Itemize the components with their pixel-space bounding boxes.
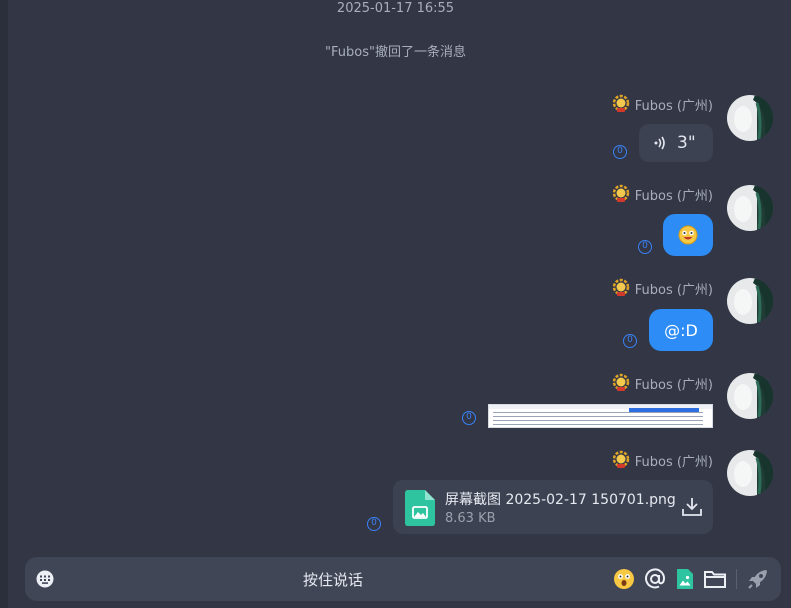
image-file-icon (405, 490, 435, 526)
laurel-badge-icon (612, 373, 629, 391)
sender-name: Fubos (广州) (611, 94, 713, 114)
read-count: 0 (367, 517, 381, 531)
sender-name: Fubos (广州) (611, 278, 713, 298)
emoji-icon[interactable] (612, 567, 636, 591)
avatar[interactable] (727, 450, 773, 496)
send-rocket-icon[interactable] (746, 567, 770, 591)
voice-duration: 3" (677, 133, 696, 153)
folder-icon[interactable] (703, 567, 727, 591)
avatar[interactable] (727, 373, 773, 419)
avatar-image (727, 95, 773, 141)
file-name: 屏幕截图 2025-02-17 150701.png (445, 492, 676, 508)
read-count: 0 (638, 240, 652, 254)
avatar[interactable] (727, 278, 773, 324)
recall-notice: "Fubos"撤回了一条消息 (325, 45, 466, 60)
laughing-emoji-icon (678, 225, 698, 245)
sender-label: Fubos (广州) (634, 454, 713, 470)
sender-name: Fubos (广州) (611, 184, 713, 204)
sender-label: Fubos (广州) (634, 282, 713, 298)
message-text: @:D (664, 320, 698, 340)
laurel-badge-icon (612, 184, 629, 202)
file-message-card[interactable]: 屏幕截图 2025-02-17 150701.png 8.63 KB (393, 480, 713, 534)
left-panel-edge (0, 0, 8, 608)
mention-icon[interactable] (643, 567, 667, 591)
sender-label: Fubos (广州) (634, 377, 713, 393)
avatar-image (727, 450, 773, 496)
avatar-image (727, 278, 773, 324)
image-message-thumbnail[interactable] (488, 404, 713, 428)
laurel-badge-icon (612, 94, 629, 112)
sender-name: Fubos (广州) (611, 373, 713, 393)
voice-wave-icon (654, 136, 665, 150)
laurel-badge-icon (612, 450, 629, 468)
emoji-message-bubble[interactable] (663, 214, 713, 256)
avatar-image (727, 373, 773, 419)
read-count: 0 (623, 334, 637, 348)
keyboard-icon[interactable] (36, 570, 54, 588)
sender-label: Fubos (广州) (634, 188, 713, 204)
text-message-bubble[interactable]: @:D (649, 309, 713, 351)
avatar[interactable] (727, 185, 773, 231)
avatar[interactable] (727, 95, 773, 141)
message-input-bar: 按住说话 (25, 557, 781, 601)
file-size: 8.63 KB (445, 511, 496, 526)
read-count: 0 (613, 145, 627, 159)
image-icon[interactable] (673, 567, 697, 591)
sender-label: Fubos (广州) (634, 98, 713, 114)
hold-to-talk-button[interactable]: 按住说话 (283, 569, 383, 590)
download-icon[interactable] (681, 497, 703, 517)
message-timestamp: 2025-01-17 16:55 (336, 1, 455, 16)
toolbar-divider (736, 569, 737, 589)
voice-message-bubble[interactable]: 3" (639, 124, 713, 162)
read-count: 0 (462, 411, 476, 425)
sender-name: Fubos (广州) (611, 450, 713, 470)
avatar-image (727, 185, 773, 231)
laurel-badge-icon (612, 278, 629, 296)
